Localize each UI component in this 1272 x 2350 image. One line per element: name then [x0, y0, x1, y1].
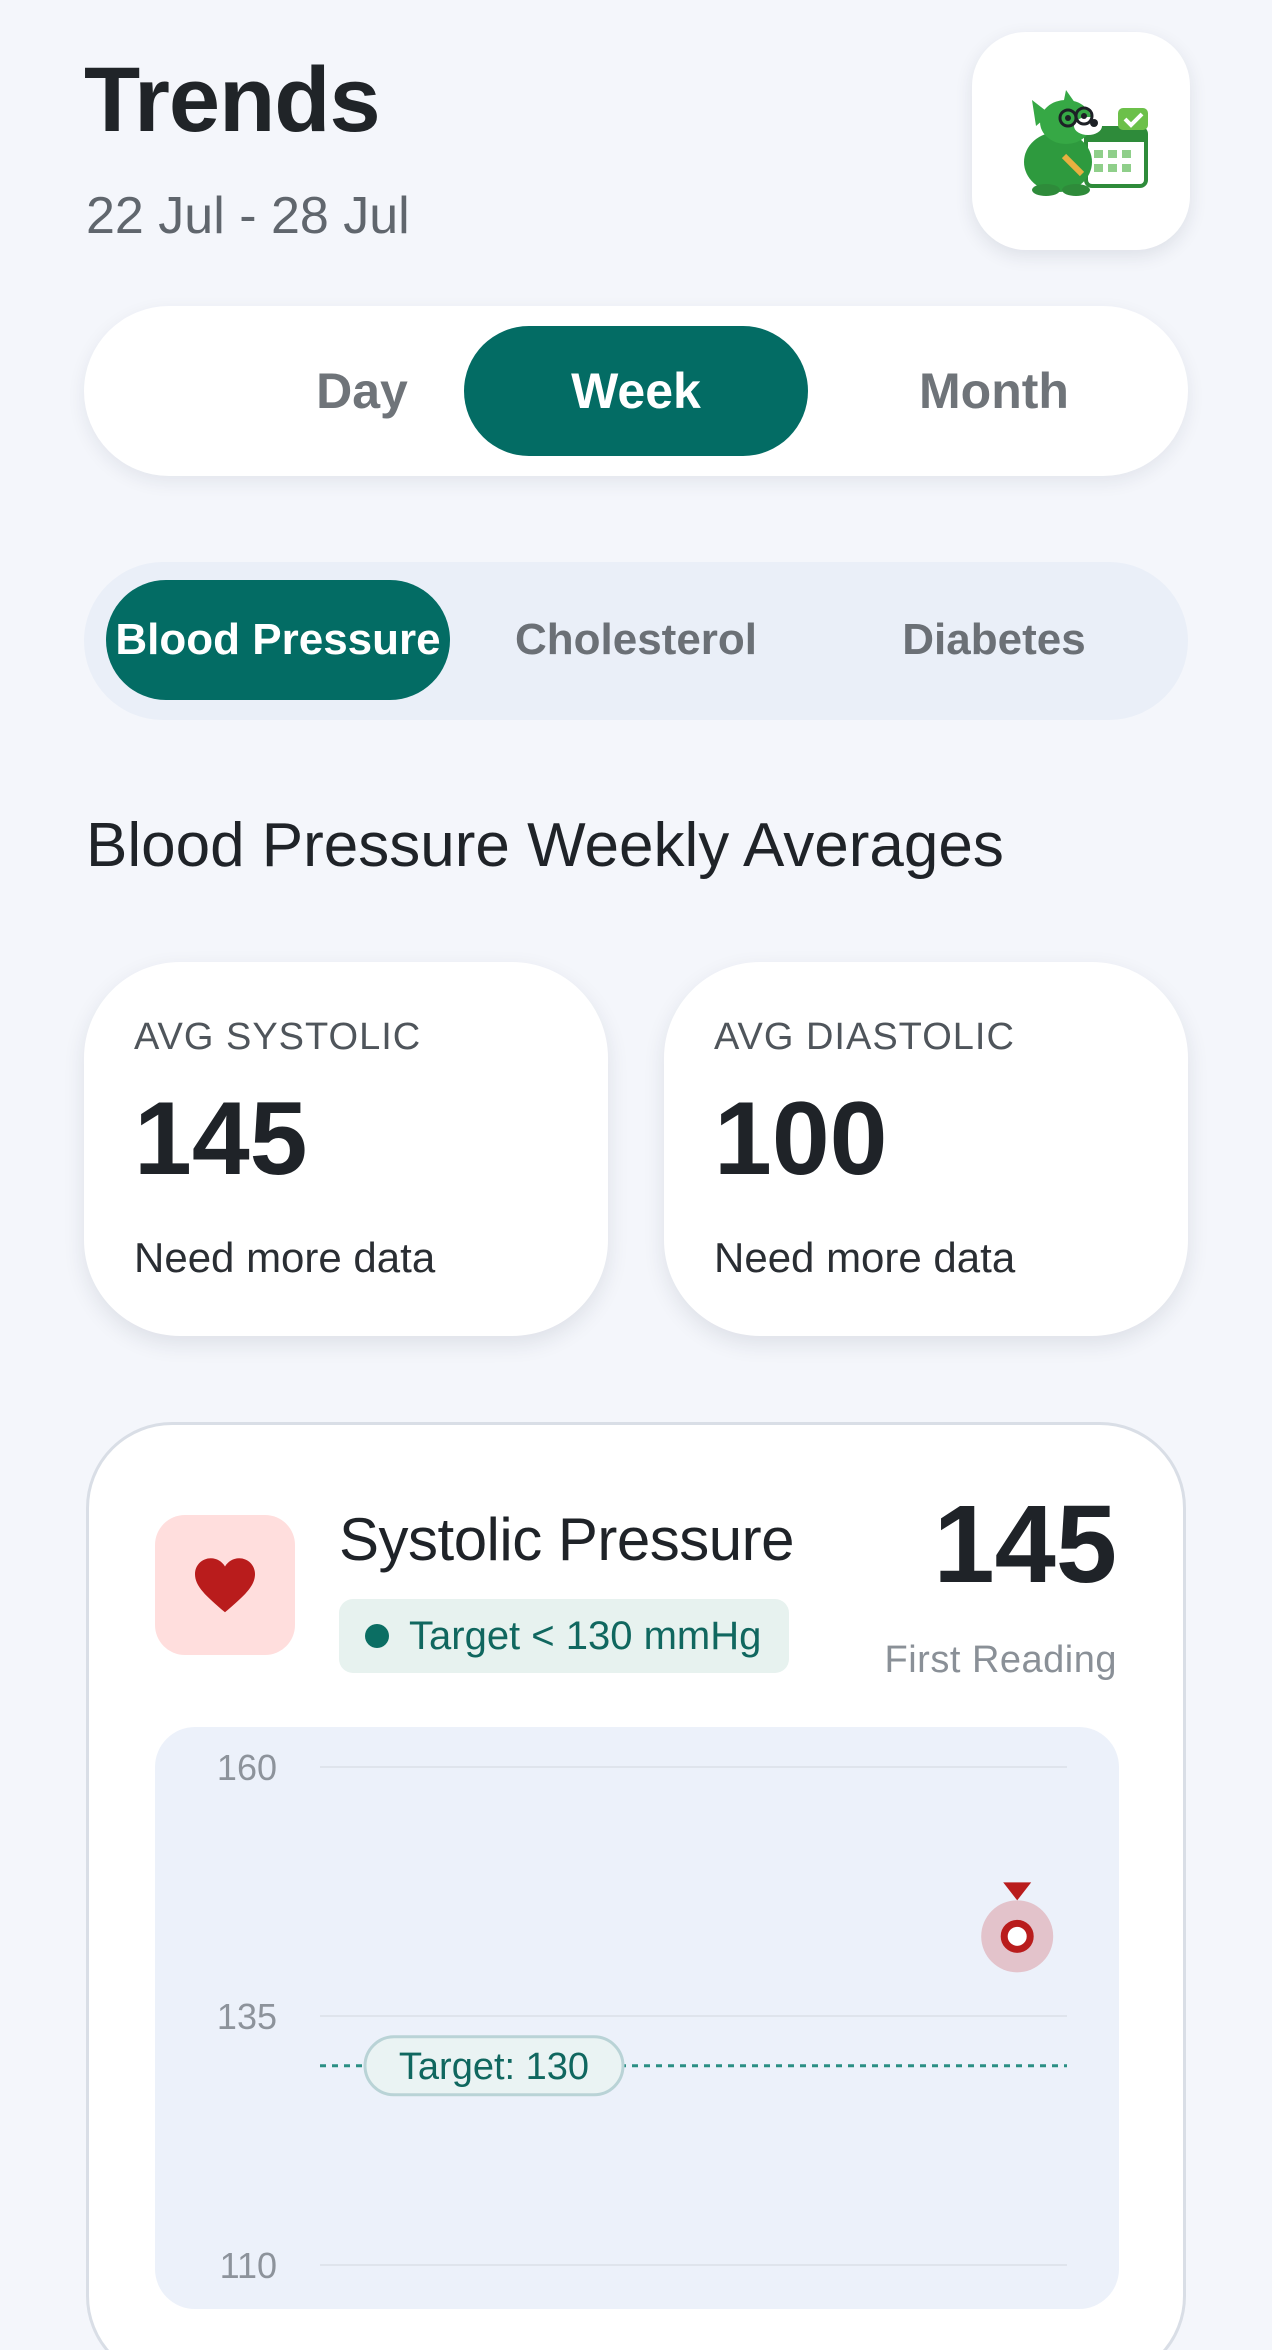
avg-systolic-value: 145 [134, 1081, 308, 1197]
avg-systolic-card[interactable]: AVG SYSTOLIC 145 Need more data [84, 962, 608, 1336]
target-text: Target < 130 mmHg [409, 1613, 762, 1658]
tab-cholesterol[interactable]: Cholesterol [464, 580, 808, 700]
target-badge: Target < 130 mmHg [339, 1599, 790, 1673]
section-title: Blood Pressure Weekly Averages [86, 811, 1004, 880]
avg-systolic-label: AVG SYSTOLIC [134, 1016, 422, 1058]
period-selector: Day Week Month [84, 306, 1188, 476]
systolic-value: 145 [933, 1483, 1117, 1606]
target-dot-icon [365, 1624, 389, 1648]
mascot-calendar-icon [1024, 90, 1148, 196]
avg-diastolic-label: AVG DIASTOLIC [714, 1016, 1015, 1058]
heart-icon-container [155, 1515, 295, 1655]
tab-week[interactable]: Week [464, 326, 808, 456]
profile-avatar[interactable] [972, 32, 1190, 250]
systolic-chart: 160 135 110 Target: 130 [155, 1727, 1119, 2309]
chart-svg: 160 135 110 Target: 130 [217, 1747, 1067, 2286]
data-point [1000, 1919, 1034, 1953]
y-tick-label: 160 [217, 1747, 277, 1788]
tab-diabetes[interactable]: Diabetes [822, 580, 1166, 700]
target-line-label: Target: 130 [399, 2046, 589, 2088]
heart-icon [195, 1558, 255, 1613]
y-tick-label: 110 [220, 2245, 277, 2286]
avg-systolic-note: Need more data [134, 1234, 436, 1281]
date-range: 22 Jul - 28 Jul [86, 187, 410, 245]
category-selector: Blood Pressure Cholesterol Diabetes [84, 562, 1188, 720]
y-tick-label: 135 [217, 1996, 277, 2037]
systolic-title: Systolic Pressure [339, 1506, 794, 1573]
avg-diastolic-card[interactable]: AVG DIASTOLIC 100 Need more data [664, 962, 1188, 1336]
systolic-caption: First Reading [884, 1639, 1117, 1681]
tab-month[interactable]: Month [822, 326, 1166, 456]
page-title: Trends [84, 49, 381, 151]
avg-diastolic-value: 100 [714, 1081, 888, 1197]
avg-diastolic-note: Need more data [714, 1234, 1016, 1281]
data-point-marker [1003, 1882, 1032, 1901]
systolic-pressure-card[interactable]: Systolic Pressure Target < 130 mmHg 145 … [86, 1422, 1186, 2350]
tab-blood-pressure[interactable]: Blood Pressure [106, 580, 450, 700]
